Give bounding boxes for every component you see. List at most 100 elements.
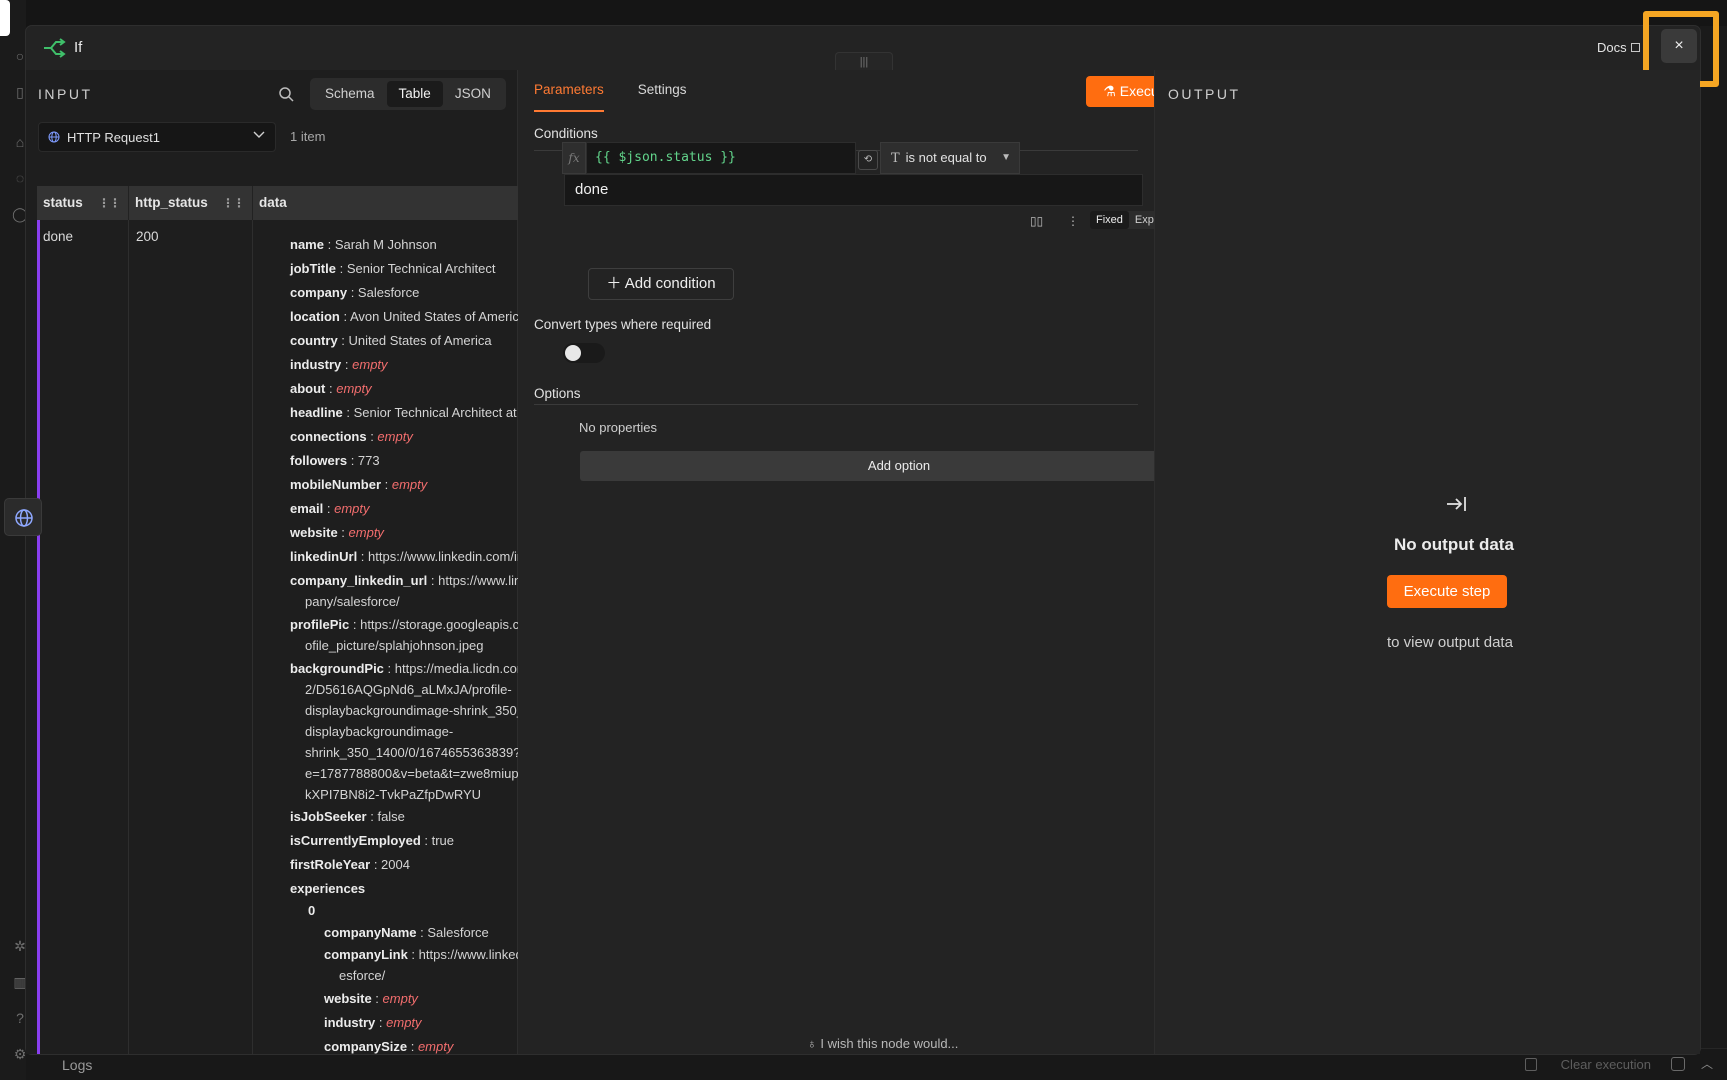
data-field-name: name : Sarah M Johnson (290, 237, 437, 252)
field-value: United States of America (348, 333, 492, 348)
field-value-empty: empty (348, 525, 384, 540)
field-value: Sarah M Johnson (334, 237, 437, 252)
field-separator: : (371, 991, 383, 1006)
field-separator: : (349, 617, 361, 632)
data-field-location: location : Avon United States of America (290, 309, 518, 324)
convert-types-toggle[interactable] (563, 343, 605, 363)
condition-left-expression[interactable]: {{ $json.status }} (586, 142, 856, 174)
data-field-about: about : empty (290, 381, 372, 396)
field-key: firstRoleYear (290, 857, 371, 872)
continuation-text: displaybackgroundimage-shrink_350_14 (305, 703, 518, 718)
chevron-up-icon[interactable]: ︿ (1701, 1055, 1713, 1072)
data-line-continuation: esforce/ (339, 968, 385, 983)
docs-label: Docs (1597, 40, 1627, 55)
field-separator: : (335, 261, 347, 276)
array-index-label: 0 (308, 903, 316, 918)
convert-types-label: Convert types where required (534, 317, 712, 332)
field-separator: : (347, 285, 358, 300)
parameter-tabs: Parameters Settings (534, 70, 721, 112)
field-separator: : (427, 573, 439, 588)
data-field-linkedinUrl: linkedinUrl : https://www.linkedin.com/i… (290, 549, 518, 564)
field-key: isJobSeeker (290, 809, 367, 824)
field-key: company_linkedin_url (290, 573, 428, 588)
close-button[interactable]: × (1661, 29, 1697, 63)
drag-handle[interactable]: ||| (835, 52, 893, 70)
continuation-text: ofile_picture/splahjohnson.jpeg (305, 638, 484, 653)
more-options-icon[interactable]: ⋮ (1067, 214, 1079, 228)
if-node-icon (44, 38, 66, 58)
field-key: email (290, 501, 324, 516)
data-line-continuation: displaybackgroundimage- (305, 724, 453, 739)
field-separator: : (407, 947, 419, 962)
expression-expand-icon[interactable]: ⟲ (858, 150, 878, 170)
parameters-panel: Parameters Settings ⚗ Execute step Condi… (518, 70, 1218, 1054)
split-view-icon[interactable]: ▯▯ (1030, 214, 1043, 228)
field-key: about (290, 381, 326, 396)
docs-link[interactable]: Docs (1597, 40, 1640, 55)
field-key: backgroundPic (290, 661, 384, 676)
no-output-hint: to view output data (1387, 634, 1513, 651)
field-value: 2004 (381, 857, 410, 872)
data-line-continuation: 2/D5616AQGpNd6_aLMxJA/profile- (305, 682, 512, 697)
field-separator: : (407, 1039, 418, 1054)
arrow-right-to-line-icon (1447, 497, 1466, 511)
field-key: profilePic (290, 617, 350, 632)
output-label: OUTPUT (1168, 86, 1241, 102)
field-separator: : (342, 405, 354, 420)
data-cell: name : Sarah M Johnson jobTitle : Senior … (26, 70, 518, 1054)
continuation-text: pany/salesforce/ (305, 594, 400, 609)
options-label: Options (534, 386, 581, 401)
add-option-dropdown[interactable]: Add option (580, 451, 1218, 481)
data-line-continuation: kXPI7BN8i2-TvkPaZfpDwRYU (305, 787, 481, 802)
operator-label: is not equal to (905, 150, 987, 165)
tab-parameters[interactable]: Parameters (534, 70, 604, 112)
data-field-companySize: companySize : empty (324, 1039, 453, 1054)
external-link-icon (1630, 43, 1640, 52)
field-key: name (290, 237, 324, 252)
field-separator: : (337, 525, 349, 540)
data-line-continuation: shrink_350_1400/0/1674655363839? (305, 745, 518, 760)
field-key: connections (290, 429, 367, 444)
data-array-index: 0 (308, 903, 315, 918)
data-field-headline: headline : Senior Technical Architect at… (290, 405, 518, 420)
field-key: headline (290, 405, 343, 420)
condition-right-value[interactable]: done (564, 174, 1143, 206)
options-divider (534, 404, 1138, 405)
add-condition-label: Add condition (624, 275, 716, 292)
input-node-globe-button[interactable] (4, 498, 42, 536)
field-value: Salesforce (427, 925, 489, 940)
data-field-isCurrentlyEmployed: isCurrentlyEmployed : true (290, 833, 454, 848)
logs-toggle[interactable]: Logs (62, 1057, 92, 1073)
field-separator: : (323, 237, 335, 252)
add-button[interactable] (0, 0, 10, 36)
no-properties-text: No properties (579, 420, 658, 435)
field-separator: : (416, 925, 428, 940)
field-value-empty: empty (334, 501, 370, 516)
feedback-link[interactable]: ♁ I wish this node would... (807, 1036, 958, 1051)
data-line-continuation: ofile_picture/splahjohnson.jpeg (305, 638, 484, 653)
data-field-industry: industry : empty (290, 357, 388, 372)
field-separator: : (420, 833, 432, 848)
popout-icon[interactable] (1671, 1057, 1685, 1071)
plus-icon: ＋ (606, 275, 625, 292)
type-text-icon: T (891, 151, 900, 166)
condition-row: fx {{ $json.status }} ⟲ Tis not equal to… (562, 142, 1143, 206)
clear-execution-button[interactable]: Clear execution (1561, 1057, 1651, 1072)
field-key: industry (324, 1015, 376, 1030)
condition-operator-select[interactable]: Tis not equal to ▼ (880, 142, 1020, 174)
field-separator: : (375, 1015, 387, 1030)
field-key: mobileNumber (290, 477, 382, 492)
field-separator: : (381, 477, 392, 492)
tab-settings[interactable]: Settings (638, 70, 687, 112)
field-key: followers (290, 453, 348, 468)
data-field-jobTitle: jobTitle : Senior Technical Architect (290, 261, 495, 276)
field-separator: : (337, 333, 349, 348)
mode-fixed[interactable]: Fixed (1090, 211, 1129, 229)
globe-icon (15, 509, 33, 527)
data-field-backgroundPic: backgroundPic : https://media.licdn.com/ (290, 661, 518, 676)
continuation-text: esforce/ (339, 968, 386, 983)
add-condition-button[interactable]: ＋ Add condition (588, 268, 734, 300)
output-execute-step-button[interactable]: Execute step (1387, 575, 1507, 608)
field-separator: : (366, 429, 378, 444)
data-field-email: email : empty (290, 501, 370, 516)
